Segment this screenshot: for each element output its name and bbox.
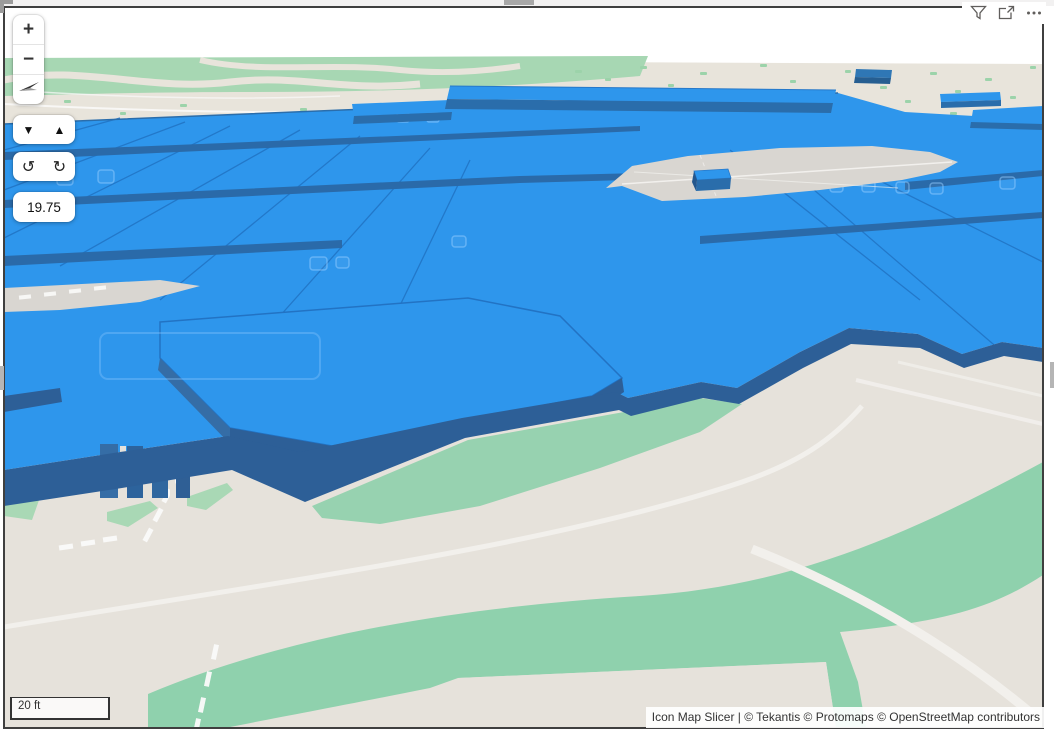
focus-mode-icon[interactable] [998,5,1015,21]
zoom-control-group: + − [13,15,44,104]
map-canvas[interactable] [4,7,1043,728]
tilt-up-button[interactable]: ▲ [44,115,75,144]
height-value-display[interactable]: 19.75 [13,192,75,222]
more-options-icon[interactable] [1026,5,1042,21]
tilt-down-button[interactable]: ▼ [13,115,44,144]
resize-handle-corner[interactable] [0,0,13,13]
map-attribution[interactable]: Icon Map Slicer | © Tekantis © Protomaps… [646,707,1046,728]
visual-header [962,2,1046,24]
small-extruded-box [692,169,731,191]
tilt-control-group: ▼ ▲ [13,115,75,144]
rotate-control-group: ↺ ↻ [13,152,75,181]
compass-button[interactable] [13,74,44,104]
resize-handle-left[interactable] [0,366,4,390]
resize-handle-top[interactable] [504,0,534,5]
scale-bar: 20 ft [10,697,110,720]
filter-icon[interactable] [970,5,987,21]
rotate-cw-button[interactable]: ↻ [44,152,75,181]
resize-handle-right[interactable] [1050,362,1054,388]
compass-needle-icon [17,76,41,104]
zoom-out-button[interactable]: − [13,44,44,74]
rotate-ccw-button[interactable]: ↺ [13,152,44,181]
zoom-in-button[interactable]: + [13,15,44,44]
